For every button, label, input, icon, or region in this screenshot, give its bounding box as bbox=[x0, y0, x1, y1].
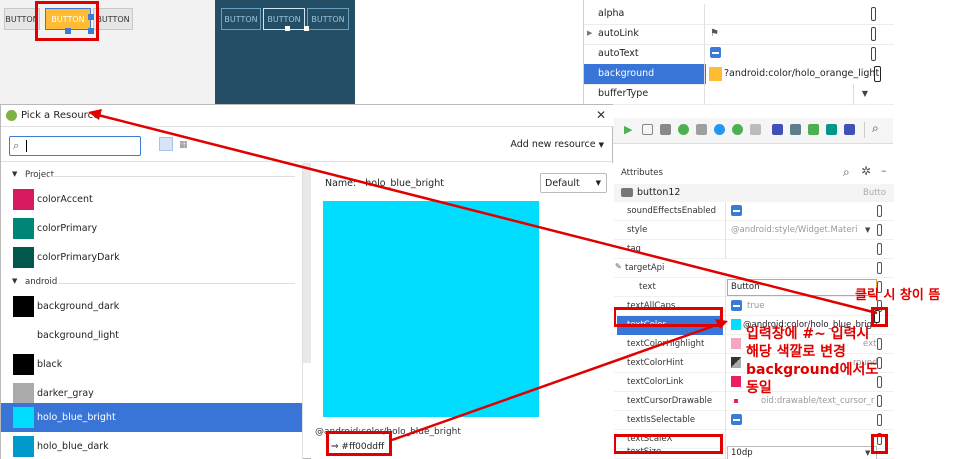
arrowhead bbox=[88, 109, 102, 120]
annotation-arrows bbox=[88, 109, 878, 442]
arrow-to-dialog bbox=[93, 112, 878, 315]
note-line-1: 입력창에 #~ 입력시 bbox=[746, 326, 870, 342]
note-line-2: 해당 색깔로 변경 bbox=[746, 344, 846, 360]
note-line-3: background에서도 bbox=[746, 362, 879, 378]
arrow-to-textcolor bbox=[391, 321, 723, 442]
note-line-4: 동일 bbox=[746, 380, 772, 396]
click-note: 클릭 시 창이 뜸 bbox=[855, 288, 941, 303]
